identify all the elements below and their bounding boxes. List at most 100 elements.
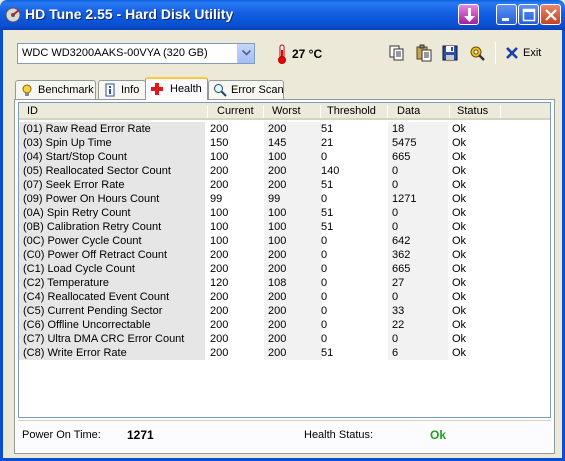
cell-threshold: 140: [321, 165, 340, 177]
copy-icon[interactable]: [388, 44, 406, 62]
options-icon[interactable]: [468, 44, 486, 62]
cell-status: Ok: [452, 249, 467, 261]
column-divider[interactable]: [449, 105, 450, 118]
drive-select-value: WDC WD3200AAKS-00VYA (320 GB): [22, 47, 208, 59]
tab-health-label: Health: [170, 83, 202, 95]
cell-threshold: 0: [321, 291, 328, 303]
table-row[interactable]: (C7) Ultra DMA CRC Error Count 200 200 0 0 Ok: [19, 332, 550, 346]
drive-select[interactable]: WDC WD3200AAKS-00VYA (320 GB): [17, 43, 255, 64]
cell-status: Ok: [452, 305, 467, 317]
cell-data: 0: [388, 290, 448, 304]
cell-threshold: 0: [321, 277, 328, 289]
cell-threshold: 51: [321, 207, 334, 219]
tab-health[interactable]: Health: [145, 77, 208, 100]
close-button[interactable]: [540, 4, 561, 25]
cell-current: 100: [210, 151, 229, 163]
chevron-down-icon: [242, 50, 251, 56]
cell-threshold: 0: [321, 263, 328, 275]
cell-threshold: 0: [321, 151, 328, 163]
cell-id: (01) Raw Read Error Rate: [19, 122, 205, 136]
table-row[interactable]: (05) Reallocated Sector Count 200 200 140 0 O…: [19, 164, 550, 178]
cell-data: 665: [388, 262, 448, 276]
column-header-id[interactable]: ID: [27, 105, 38, 117]
cell-status: Ok: [452, 165, 467, 177]
table-row[interactable]: (C4) Reallocated Event Count 200 200 0 0 Ok: [19, 290, 550, 304]
column-header-data[interactable]: Data: [397, 105, 420, 117]
cell-current: 100: [210, 207, 229, 219]
cell-current: 99: [210, 193, 223, 205]
cell-status: Ok: [452, 123, 467, 135]
window-title: HD Tune 2.55 - Hard Disk Utility: [25, 6, 234, 22]
column-divider[interactable]: [500, 105, 501, 118]
column-divider[interactable]: [387, 105, 388, 118]
tab-error-scan[interactable]: Error Scan: [208, 80, 284, 99]
cell-data: 6: [388, 346, 448, 360]
cell-status: Ok: [452, 207, 467, 219]
cell-current: 200: [210, 123, 229, 135]
cell-status: Ok: [452, 347, 467, 359]
table-row[interactable]: (07) Seek Error Rate 200 200 51 0 Ok: [19, 178, 550, 192]
table-row[interactable]: (C1) Load Cycle Count 200 200 0 665 Ok: [19, 262, 550, 276]
table-row[interactable]: (0A) Spin Retry Count 100 100 51 0 Ok: [19, 206, 550, 220]
title-bar[interactable]: HD Tune 2.55 - Hard Disk Utility: [0, 0, 565, 30]
tab-error-scan-label: Error Scan: [231, 84, 284, 96]
cell-id: (0B) Calibration Retry Count: [19, 220, 205, 234]
smart-attributes-table[interactable]: ID Current Worst Threshold Data Status (…: [18, 102, 551, 418]
table-row[interactable]: (09) Power On Hours Count 99 99 0 1271 Ok: [19, 192, 550, 206]
cell-id: (C5) Current Pending Sector: [19, 304, 205, 318]
column-divider[interactable]: [263, 105, 264, 118]
cell-status: Ok: [452, 277, 467, 289]
column-divider[interactable]: [207, 105, 208, 118]
cell-current: 120: [210, 277, 229, 289]
table-row[interactable]: (0B) Calibration Retry Count 100 100 51 0 Ok: [19, 220, 550, 234]
cell-current: 100: [210, 235, 229, 247]
cell-threshold: 21: [321, 137, 334, 149]
table-row[interactable]: (C6) Offline Uncorrectable 200 200 0 22 Ok: [19, 318, 550, 332]
cell-worst: 200: [264, 248, 322, 262]
cell-worst: 145: [264, 136, 322, 150]
cell-threshold: 0: [321, 333, 328, 345]
cell-id: (C2) Temperature: [19, 276, 205, 290]
exit-icon: [505, 46, 519, 63]
cell-status: Ok: [452, 333, 467, 345]
download-arrow-button[interactable]: [458, 4, 479, 25]
cell-id: (0C) Power Cycle Count: [19, 234, 205, 248]
table-row[interactable]: (04) Start/Stop Count 100 100 0 665 Ok: [19, 150, 550, 164]
maximize-button[interactable]: [518, 4, 539, 25]
table-row[interactable]: (C2) Temperature 120 108 0 27 Ok: [19, 276, 550, 290]
table-row[interactable]: (0C) Power Cycle Count 100 100 0 642 Ok: [19, 234, 550, 248]
column-header-current[interactable]: Current: [217, 105, 254, 117]
benchmark-icon: [20, 83, 34, 100]
column-header-status[interactable]: Status: [457, 105, 488, 117]
table-row[interactable]: (01) Raw Read Error Rate 200 200 51 18 Ok: [19, 122, 550, 136]
table-row[interactable]: (C8) Write Error Rate 200 200 51 6 Ok: [19, 346, 550, 360]
column-header-threshold[interactable]: Threshold: [327, 105, 376, 117]
cell-data: 0: [388, 206, 448, 220]
cell-worst: 200: [264, 122, 322, 136]
cell-data: 1271: [388, 192, 448, 206]
cell-current: 200: [210, 165, 229, 177]
table-row[interactable]: (C0) Power Off Retract Count 200 200 0 362 Ok: [19, 248, 550, 262]
table-row[interactable]: (03) Spin Up Time 150 145 21 5475 Ok: [19, 136, 550, 150]
cell-data: 362: [388, 248, 448, 262]
save-icon[interactable]: [441, 44, 459, 62]
table-row[interactable]: (C5) Current Pending Sector 200 200 0 33 Ok: [19, 304, 550, 318]
column-header-worst[interactable]: Worst: [272, 105, 301, 117]
cell-data: 0: [388, 220, 448, 234]
exit-button[interactable]: Exit: [505, 44, 545, 64]
cell-current: 150: [210, 137, 229, 149]
minimize-button[interactable]: [496, 4, 517, 25]
tab-info[interactable]: Info: [98, 80, 146, 99]
column-divider[interactable]: [320, 105, 321, 118]
cell-id: (04) Start/Stop Count: [19, 150, 205, 164]
cell-status: Ok: [452, 179, 467, 191]
cell-id: (C6) Offline Uncorrectable: [19, 318, 205, 332]
hdtune-app-icon[interactable]: [5, 7, 21, 23]
cell-id: (07) Seek Error Rate: [19, 178, 205, 192]
cell-worst: 100: [264, 220, 322, 234]
cell-worst: 100: [264, 234, 322, 248]
drive-dropdown-button[interactable]: [237, 44, 254, 63]
paste-icon[interactable]: [415, 44, 433, 62]
cell-worst: 200: [264, 290, 322, 304]
tab-benchmark[interactable]: Benchmark: [15, 80, 96, 99]
